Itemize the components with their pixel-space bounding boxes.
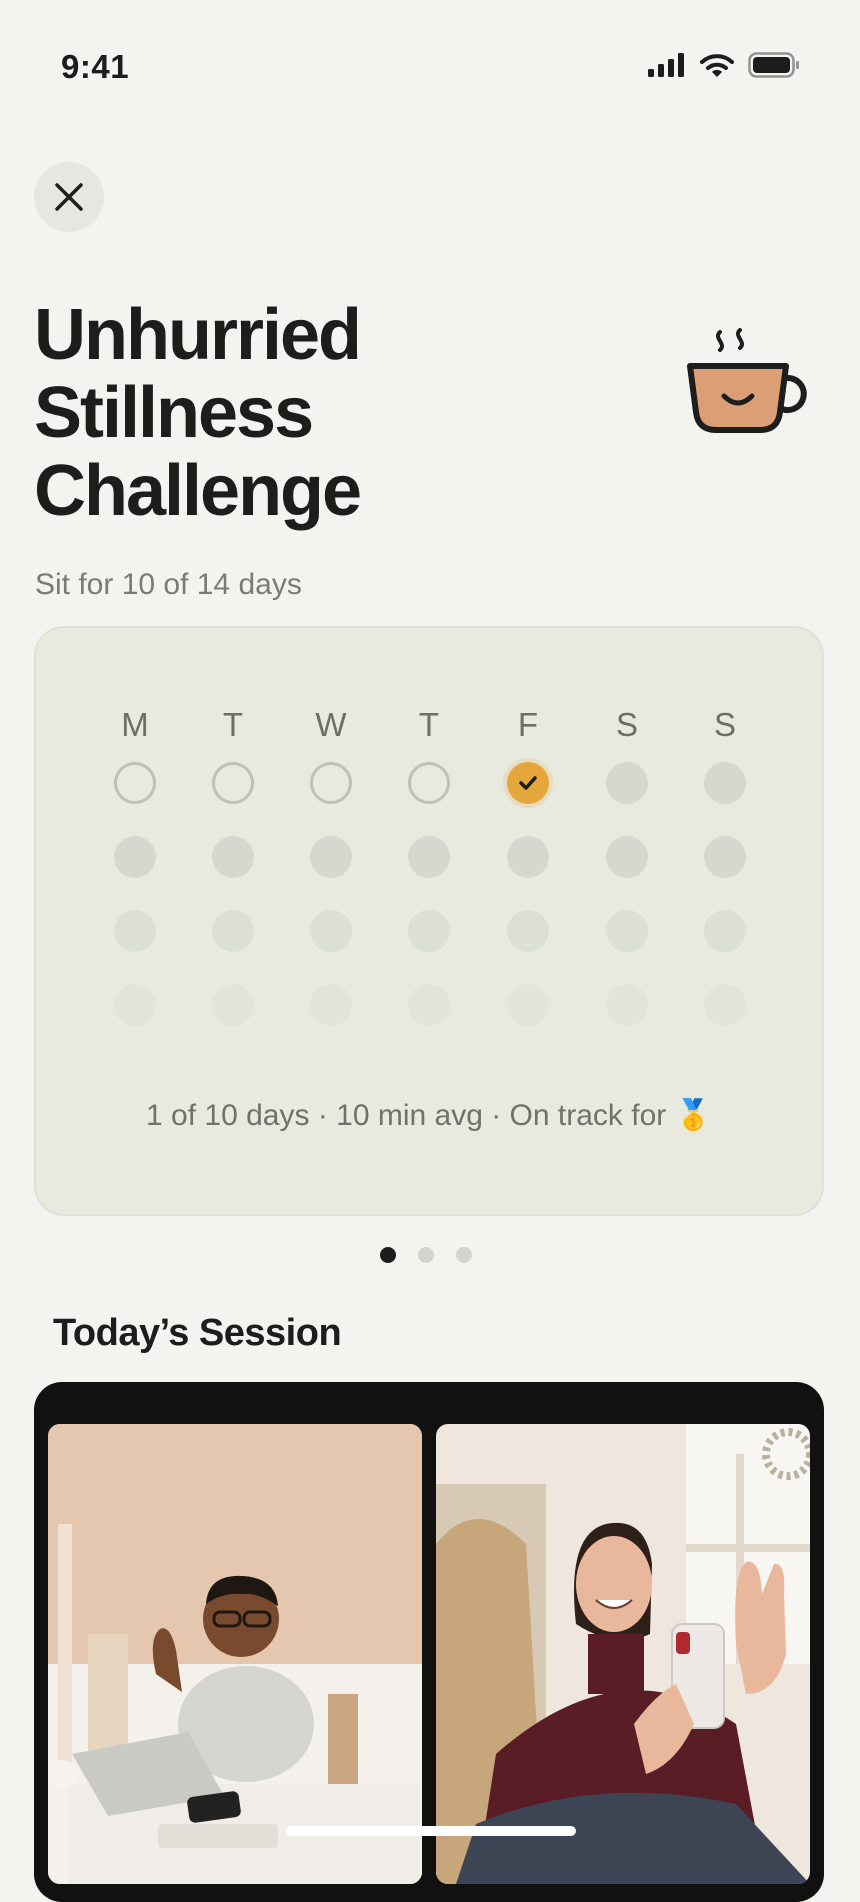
day-dot-completed [507,762,549,804]
day-label: W [315,706,347,743]
wifi-icon [700,53,734,77]
day-dot-upcoming [212,836,254,878]
day-dot-upcoming [114,984,156,1026]
day-label: M [121,706,149,743]
day-dot-upcoming [606,762,648,804]
status-time: 9:41 [61,48,130,85]
signal-icon [648,53,684,77]
participant-video-tile[interactable] [48,1424,422,1884]
day-dot-upcoming [212,910,254,952]
challenge-title-line: Unhurried [34,295,362,375]
page-dot[interactable] [456,1247,472,1263]
challenge-subtitle: Sit for 10 of 14 days [35,568,302,601]
day-label: F [517,706,539,743]
session-video-card[interactable] [34,1382,824,1902]
challenge-progress-summary: 1 of 10 days · 10 min avg · On track for… [146,1099,712,1132]
challenge-title-line: Stillness [34,373,314,453]
day-dot-upcoming [408,984,450,1026]
day-label: S [713,706,736,743]
todays-session-heading: Today’s Session [53,1312,342,1354]
day-dot-upcoming [704,910,746,952]
status-icons [648,52,800,78]
day-dot-missed [310,762,352,804]
day-dot-upcoming [606,910,648,952]
coffee-cup-icon [687,328,807,433]
day-dot-upcoming [408,910,450,952]
status-bar: 9:41 [0,0,860,140]
participant-photo [436,1424,810,1884]
participant-video-tile[interactable] [436,1424,810,1884]
day-dot-upcoming [212,984,254,1026]
day-label: T [418,706,440,743]
day-dot-upcoming [310,836,352,878]
day-dot-upcoming [704,762,746,804]
challenge-title-line: Challenge [34,451,362,531]
challenge-calendar-card[interactable]: M T W T F S S 1 of 10 days · 10 min avg … [34,626,824,1216]
close-button[interactable] [34,162,104,232]
participant-photo [48,1424,422,1884]
day-dot-upcoming [606,984,648,1026]
page-dot[interactable] [418,1247,434,1263]
day-dot-upcoming [704,984,746,1026]
day-dot-upcoming [704,836,746,878]
page-dot-active[interactable] [380,1247,396,1263]
battery-icon [748,52,799,78]
challenge-title: Unhurried Stillness Challenge [34,296,594,530]
day-dot-missed [212,762,254,804]
check-icon [519,776,537,790]
close-icon [55,183,83,211]
day-dot-upcoming [114,836,156,878]
day-dot-upcoming [507,984,549,1026]
day-dot-upcoming [114,910,156,952]
home-indicator[interactable] [286,1826,576,1836]
day-dot-upcoming [507,910,549,952]
day-dot-upcoming [310,984,352,1026]
day-label: T [222,706,244,743]
day-dot-upcoming [408,836,450,878]
day-dot-upcoming [507,836,549,878]
day-dot-upcoming [310,910,352,952]
day-label: S [615,706,638,743]
day-dot-missed [408,762,450,804]
day-dot-upcoming [606,836,648,878]
day-dot-missed [114,762,156,804]
page-indicator[interactable] [380,1247,472,1263]
